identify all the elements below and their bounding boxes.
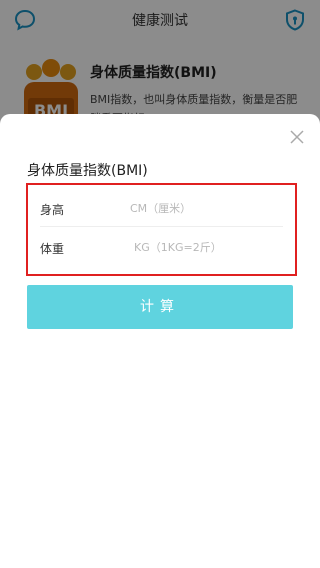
height-row: 身高: [40, 189, 283, 227]
weight-row: 体重: [40, 228, 284, 266]
height-label: 身高: [40, 203, 65, 217]
close-icon[interactable]: [288, 128, 306, 146]
screen: 健康测试 BMI 身体质量指数(BMI) BMI指数，也叫身体质量指数，衡量是否…: [0, 0, 320, 568]
height-input[interactable]: [130, 199, 280, 217]
calculate-button[interactable]: 计算: [27, 285, 293, 329]
sheet-title: 身体质量指数(BMI): [27, 163, 148, 179]
bmi-form: 身高 体重: [26, 183, 297, 276]
bmi-input-sheet: 身体质量指数(BMI) 身高 体重 计算: [0, 114, 320, 568]
weight-label: 体重: [40, 242, 65, 256]
weight-input[interactable]: [134, 238, 284, 256]
